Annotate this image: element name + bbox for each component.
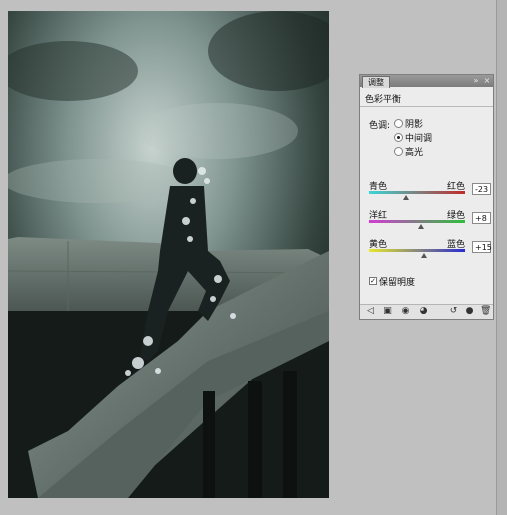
scrollbar[interactable]	[496, 0, 507, 515]
preserve-luminosity-label: 保留明度	[379, 278, 416, 288]
slider-value-field[interactable]: +15	[472, 241, 492, 253]
photo-artwork	[8, 11, 329, 498]
panel-title: 色彩平衡	[365, 95, 402, 105]
adjustments-panel: 调整 » × 色彩平衡 色调: 阴影 中间调 高光 青色 红色 -23 洋红 绿色 +8 黄色蓝…	[359, 74, 494, 320]
slider-track[interactable]	[369, 191, 465, 194]
refresh-icon[interactable]: ●	[464, 306, 475, 317]
slider-thumb[interactable]	[402, 195, 409, 200]
clip-layer-icon[interactable]: ▣	[382, 306, 393, 317]
visibility-icon[interactable]: ◉	[400, 306, 411, 317]
divider	[360, 106, 493, 107]
tone-option-label[interactable]: 中间调	[405, 131, 432, 144]
close-icon[interactable]: ×	[483, 76, 491, 86]
tone-label: 色调:	[369, 121, 391, 131]
panel-titlebar[interactable]: 调整 » ×	[360, 75, 493, 88]
slider-thumb[interactable]	[421, 253, 428, 258]
tone-radio[interactable]	[394, 119, 403, 128]
preserve-luminosity-checkbox[interactable]: ✓	[369, 277, 377, 285]
tone-radio[interactable]	[394, 133, 403, 142]
photo-canvas[interactable]	[8, 11, 329, 498]
back-icon[interactable]: ◁	[365, 306, 376, 317]
collapse-icon[interactable]: »	[472, 76, 480, 86]
slider-track[interactable]	[369, 220, 465, 223]
slider-thumb[interactable]	[417, 224, 424, 229]
delete-icon[interactable]: 🗑	[480, 306, 491, 317]
tone-option-label[interactable]: 高光	[405, 145, 423, 158]
tone-radio[interactable]	[394, 147, 403, 156]
adjustments-tab[interactable]: 调整	[362, 76, 390, 88]
slider-track[interactable]	[369, 249, 465, 252]
panel-bottom-bar: ◁ ▣ ◉ ◕ ↺ ● 🗑	[360, 304, 493, 319]
view-previous-icon[interactable]: ◕	[418, 306, 429, 317]
reset-icon[interactable]: ↺	[448, 306, 459, 317]
slider-value-field[interactable]: -23	[472, 183, 491, 195]
tone-option-label[interactable]: 阴影	[405, 117, 423, 130]
slider-value-field[interactable]: +8	[472, 212, 491, 224]
